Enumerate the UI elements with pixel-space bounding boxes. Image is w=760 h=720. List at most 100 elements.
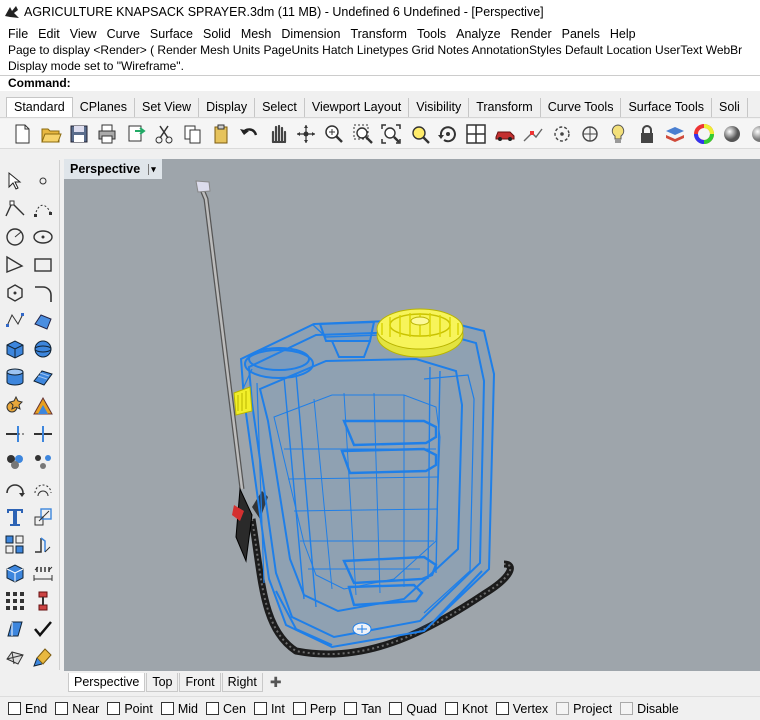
- osnap-perp[interactable]: Perp: [292, 702, 336, 716]
- undo-button[interactable]: [235, 121, 263, 147]
- view-tab-top[interactable]: Top: [146, 672, 179, 692]
- add-viewport-icon[interactable]: ✚: [264, 674, 288, 691]
- osnap-knot[interactable]: Knot: [445, 702, 488, 716]
- menu-curve[interactable]: Curve: [102, 27, 145, 41]
- render-tools-button[interactable]: [30, 644, 56, 670]
- rotate-view-button-2[interactable]: [434, 121, 462, 147]
- menu-tools[interactable]: Tools: [412, 27, 451, 41]
- polyline-button[interactable]: [2, 196, 28, 222]
- point-button[interactable]: [30, 168, 56, 194]
- grid-array-button[interactable]: [2, 588, 28, 614]
- mesh-button[interactable]: [2, 644, 28, 670]
- menu-surface[interactable]: Surface: [145, 27, 198, 41]
- tab-viewport-layout[interactable]: Viewport Layout: [305, 98, 410, 117]
- split-button[interactable]: [30, 420, 56, 446]
- cut-button[interactable]: [150, 121, 178, 147]
- zoom-selected-button[interactable]: [405, 121, 433, 147]
- block-button[interactable]: [2, 560, 28, 586]
- polygon-button[interactable]: [2, 280, 28, 306]
- menu-dimension[interactable]: Dimension: [276, 27, 345, 41]
- surface-edit-button[interactable]: [30, 308, 56, 334]
- viewport-menu-caret[interactable]: ▾: [148, 163, 156, 175]
- lock-button[interactable]: [633, 121, 661, 147]
- array-button[interactable]: [2, 532, 28, 558]
- tab-display[interactable]: Display: [199, 98, 256, 117]
- viewport-title[interactable]: Perspective ▾: [64, 159, 162, 179]
- freeform-curve-button[interactable]: [2, 308, 28, 334]
- osnap-point[interactable]: Point: [107, 702, 153, 716]
- scale-button[interactable]: [30, 504, 56, 530]
- named-views-button[interactable]: [491, 121, 519, 147]
- check-button[interactable]: [30, 616, 56, 642]
- ellipse-button[interactable]: [30, 224, 56, 250]
- checkbox[interactable]: [107, 702, 121, 715]
- tab-set-view[interactable]: Set View: [135, 98, 200, 117]
- tab-transform[interactable]: Transform: [469, 98, 541, 117]
- group-button[interactable]: [2, 448, 28, 474]
- analyze-button[interactable]: [30, 588, 56, 614]
- rotate-view-button[interactable]: [292, 121, 320, 147]
- new-button[interactable]: [8, 121, 36, 147]
- view-tab-right[interactable]: Right: [221, 672, 263, 692]
- menu-edit[interactable]: Edit: [33, 27, 65, 41]
- zoom-extents-button[interactable]: [377, 121, 405, 147]
- extrude-button[interactable]: [30, 532, 56, 558]
- circle-button[interactable]: [2, 224, 28, 250]
- open-button[interactable]: [36, 121, 64, 147]
- tab-curve-tools[interactable]: Curve Tools: [541, 98, 622, 117]
- curve-points-button[interactable]: [30, 196, 56, 222]
- color-wheel-button[interactable]: [689, 121, 717, 147]
- curve-from-object-button[interactable]: [2, 476, 28, 502]
- menu-solid[interactable]: Solid: [198, 27, 236, 41]
- osnap-end[interactable]: End: [8, 702, 47, 716]
- import-button[interactable]: [122, 121, 150, 147]
- move-cplane-button[interactable]: [576, 121, 604, 147]
- dimension-button[interactable]: [30, 560, 56, 586]
- menu-transform[interactable]: Transform: [345, 27, 412, 41]
- viewport-layout-button[interactable]: [462, 121, 490, 147]
- tab-cplanes[interactable]: CPlanes: [73, 98, 135, 117]
- checkbox[interactable]: [445, 702, 458, 715]
- osnap-tan[interactable]: Tan: [344, 702, 381, 716]
- render-preview-button[interactable]: [746, 121, 760, 147]
- boolean-button[interactable]: [2, 392, 28, 418]
- osnap-near[interactable]: Near: [55, 702, 99, 716]
- explode-button[interactable]: [30, 392, 56, 418]
- osnap-int[interactable]: Int: [253, 702, 285, 716]
- menu-help[interactable]: Help: [605, 27, 641, 41]
- tab-select[interactable]: Select: [255, 98, 305, 117]
- zoom-window-button[interactable]: [349, 121, 377, 147]
- checkbox[interactable]: [344, 702, 358, 715]
- menu-render[interactable]: Render: [506, 27, 557, 41]
- checkbox[interactable]: [495, 702, 509, 715]
- osnap-quad[interactable]: Quad: [389, 702, 437, 716]
- checkbox[interactable]: [160, 702, 174, 715]
- transform-button[interactable]: [2, 616, 28, 642]
- menu-mesh[interactable]: Mesh: [236, 27, 277, 41]
- render-button[interactable]: [718, 121, 746, 147]
- checkbox[interactable]: [620, 702, 634, 715]
- save-button[interactable]: [65, 121, 93, 147]
- cylinder-solid-button[interactable]: [2, 364, 28, 390]
- osnap-project[interactable]: Project: [556, 702, 612, 716]
- menu-file[interactable]: File: [3, 27, 33, 41]
- checkbox[interactable]: [8, 702, 21, 715]
- checkbox[interactable]: [206, 702, 219, 715]
- fillet-curve-button[interactable]: [30, 280, 56, 306]
- osnap-cen[interactable]: Cen: [206, 702, 246, 716]
- cplane-button[interactable]: [547, 121, 575, 147]
- osnap-vertex[interactable]: Vertex: [495, 702, 548, 716]
- ungroup-button[interactable]: [30, 448, 56, 474]
- box-solid-button[interactable]: [2, 336, 28, 362]
- command-prompt[interactable]: Command:: [0, 75, 760, 91]
- view-tab-perspective[interactable]: Perspective: [68, 672, 146, 692]
- object-snap-button[interactable]: [519, 121, 547, 147]
- menu-analyze[interactable]: Analyze: [451, 27, 505, 41]
- osnap-disable[interactable]: Disable: [620, 702, 679, 716]
- text-button[interactable]: [2, 504, 28, 530]
- checkbox[interactable]: [292, 702, 306, 715]
- checkbox[interactable]: [556, 702, 570, 715]
- rectangle-button[interactable]: [30, 252, 56, 278]
- checkbox[interactable]: [389, 702, 403, 715]
- plane-surface-button[interactable]: [30, 364, 56, 390]
